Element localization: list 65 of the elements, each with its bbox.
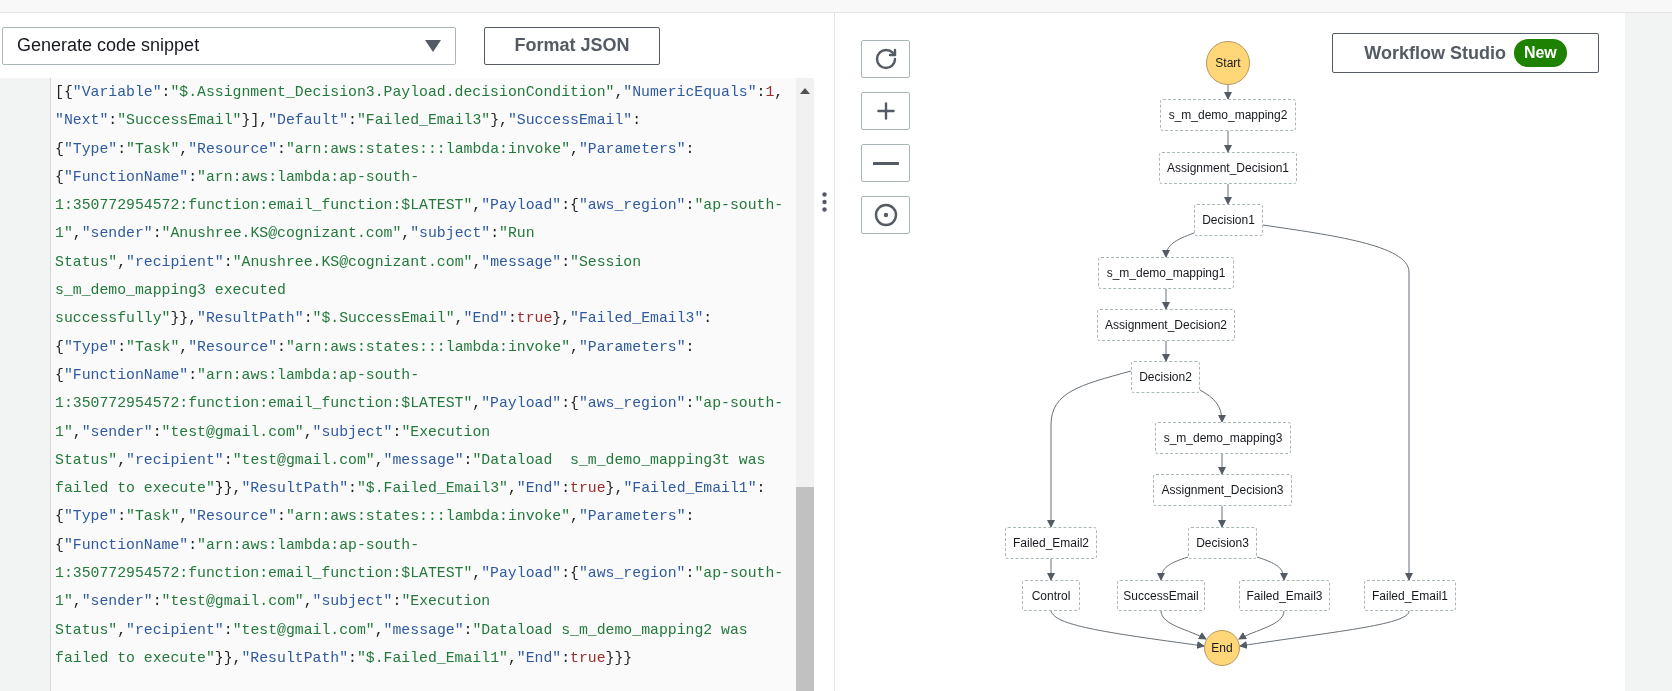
code-line: 1:350772954572:function:email_function:$LATEST","Payload":{"aws_region":"ap-south- bbox=[55, 196, 784, 216]
code-line: {"FunctionName":"arn:aws:lambda:ap-south- bbox=[55, 365, 420, 385]
state-node[interactable]: Failed_Email1 bbox=[1364, 580, 1456, 611]
code-line: 1","sender":"test@gmail.com","subject":"Execution bbox=[55, 422, 491, 442]
state-node[interactable]: Decision2 bbox=[1131, 361, 1200, 393]
code-line: 1:350772954572:function:email_function:$LATEST","Payload":{"aws_region":"ap-south- bbox=[55, 564, 784, 584]
button-label: Workflow Studio bbox=[1364, 41, 1506, 65]
format-json-button[interactable]: Format JSON bbox=[484, 26, 660, 65]
code-line: {"FunctionName":"arn:aws:lambda:ap-south- bbox=[55, 535, 420, 555]
code-line: [{"Variable":"$.Assignment_Decision3.Payload.decisionCondition","NumericEquals":1, bbox=[55, 83, 784, 102]
refresh-button[interactable] bbox=[861, 40, 910, 78]
connector-arrow bbox=[1047, 558, 1055, 581]
zoom-out-button[interactable] bbox=[861, 144, 910, 182]
code-line: s_m_demo_mapping3 executed bbox=[55, 281, 286, 301]
state-node[interactable]: Assignment_Decision1 bbox=[1159, 152, 1297, 184]
state-node[interactable]: Assignment_Decision3 bbox=[1153, 474, 1292, 506]
state-node[interactable]: Assignment_Decision2 bbox=[1097, 309, 1235, 341]
connector-arrow bbox=[1199, 389, 1226, 423]
new-badge: New bbox=[1513, 39, 1567, 67]
state-node[interactable]: Failed_Email3 bbox=[1239, 580, 1330, 611]
minus-icon bbox=[872, 161, 899, 165]
state-node[interactable]: Decision3 bbox=[1188, 527, 1257, 559]
workflow-studio-button[interactable]: Workflow Studio New bbox=[1332, 33, 1599, 73]
connector-arrow bbox=[1162, 288, 1170, 310]
connector-arrow bbox=[1218, 453, 1226, 475]
connector-arrow bbox=[1157, 556, 1189, 581]
refresh-icon bbox=[873, 47, 898, 71]
scroll-up-icon[interactable] bbox=[800, 88, 810, 94]
connector-arrow bbox=[1224, 183, 1232, 205]
code-line: {"Type":"Task","Resource":"arn:aws:states:::lambda:invoke","Parameters": bbox=[55, 139, 695, 159]
state-node[interactable]: Failed_Email2 bbox=[1005, 527, 1097, 559]
state-node[interactable]: s_m_demo_mapping3 bbox=[1155, 422, 1291, 454]
code-line: {"Type":"Task","Resource":"arn:aws:states:::lambda:invoke","Parameters": bbox=[55, 337, 695, 357]
target-icon bbox=[873, 203, 898, 227]
scrollbar-thumb[interactable] bbox=[796, 487, 814, 691]
caret-icon bbox=[425, 39, 441, 52]
code-line: Status","recipient":"Anushree.KS@cognizant.com","message":"Session bbox=[55, 252, 642, 272]
code-line: failed to execute"}},"ResultPath":"$.Failed_Email3","End":true},"Failed_Email1": bbox=[55, 479, 766, 499]
code-line: successfully"}},"ResultPath":"$.SuccessEmail","End":true},"Failed_Email3": bbox=[55, 309, 713, 329]
connector-arrow bbox=[1162, 232, 1195, 258]
code-line: {"Type":"Task","Resource":"arn:aws:states:::lambda:invoke","Parameters": bbox=[55, 507, 695, 527]
terminal-node[interactable]: End bbox=[1204, 630, 1240, 666]
code-line: Status","recipient":"test@gmail.com","message":"Dataload s_m_demo_mapping2 was bbox=[55, 620, 748, 640]
state-node[interactable]: Control bbox=[1022, 580, 1080, 611]
center-button[interactable] bbox=[861, 196, 910, 234]
zoom-in-button[interactable] bbox=[861, 92, 910, 130]
connector-arrow bbox=[1224, 130, 1232, 153]
code-line: 1","sender":"Anushree.KS@cognizant.com","subject":"Run bbox=[55, 224, 535, 244]
terminal-node[interactable]: Start bbox=[1206, 41, 1250, 85]
code-line: {"FunctionName":"arn:aws:lambda:ap-south- bbox=[55, 167, 420, 187]
code-line: failed to execute"}},"ResultPath":"$.Failed_Email1","End":true}}} bbox=[55, 648, 633, 668]
code-line: Status","recipient":"test@gmail.com","message":"Dataload s_m_demo_mapping3t was bbox=[55, 450, 766, 470]
scrollbar[interactable] bbox=[796, 78, 814, 691]
state-node[interactable]: s_m_demo_mapping1 bbox=[1098, 257, 1234, 289]
code-line: 1:350772954572:function:email_function:$LATEST","Payload":{"aws_region":"ap-south- bbox=[55, 394, 784, 414]
code-line: 1","sender":"test@gmail.com","subject":"Execution bbox=[55, 592, 491, 612]
connector-arrow bbox=[1162, 340, 1170, 362]
drag-handle-icon[interactable] bbox=[821, 192, 827, 212]
state-node[interactable]: Decision1 bbox=[1194, 204, 1263, 236]
state-node[interactable]: s_m_demo_mapping2 bbox=[1160, 99, 1296, 131]
code-line: "Next":"SuccessEmail"}],"Default":"Failed_Email3"},"SuccessEmail": bbox=[55, 111, 642, 131]
connector-arrow bbox=[1224, 84, 1232, 100]
state-node[interactable]: SuccessEmail bbox=[1117, 580, 1205, 611]
connector-arrow bbox=[1218, 505, 1226, 528]
snippet-select[interactable]: Generate code snippet bbox=[2, 26, 456, 65]
